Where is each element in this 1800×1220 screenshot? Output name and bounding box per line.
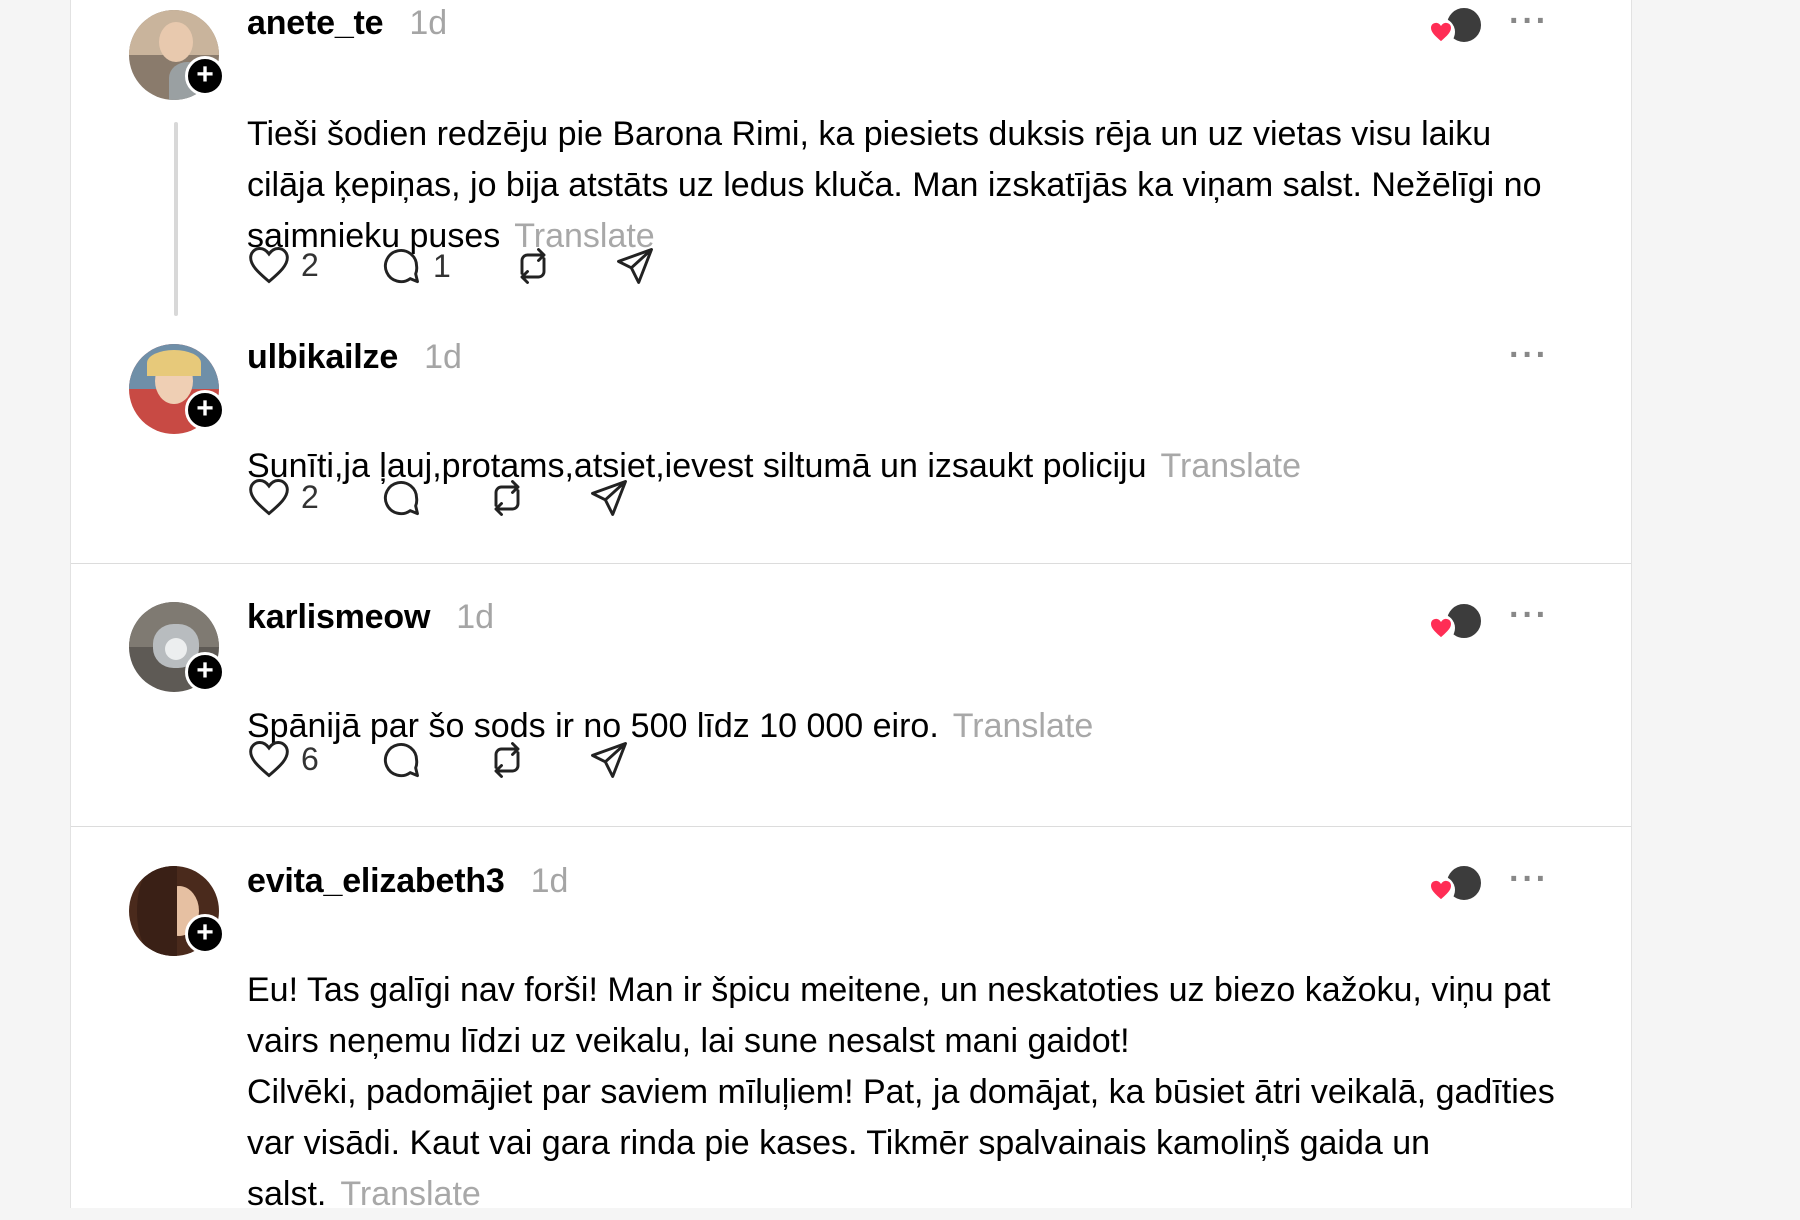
heart-badge-icon bbox=[1427, 876, 1455, 904]
more-options-icon[interactable]: ··· bbox=[1509, 860, 1549, 899]
comment-text: Tieši šodien redzēju pie Barona Rimi, ka… bbox=[247, 115, 1542, 255]
divider bbox=[71, 563, 1631, 564]
like-count: 6 bbox=[301, 740, 319, 777]
like-button[interactable]: 6 bbox=[247, 738, 319, 780]
more-options-icon[interactable]: ··· bbox=[1509, 596, 1549, 635]
timestamp[interactable]: 1d bbox=[424, 338, 462, 377]
translate-link[interactable]: Translate bbox=[1161, 447, 1301, 485]
like-button[interactable]: 2 bbox=[247, 476, 319, 518]
send-icon bbox=[591, 480, 627, 516]
reactions-stack bbox=[1427, 864, 1483, 904]
comments-panel: + anete_te 1d ··· Tieši šodien redzēju p… bbox=[70, 0, 1632, 1213]
repost-button[interactable] bbox=[485, 476, 529, 520]
thread-connector bbox=[174, 122, 178, 316]
more-options-icon[interactable]: ··· bbox=[1509, 336, 1549, 375]
share-button[interactable] bbox=[587, 738, 631, 782]
translate-link[interactable]: Translate bbox=[340, 1175, 480, 1213]
repost-icon bbox=[494, 742, 520, 778]
like-count: 2 bbox=[301, 478, 319, 515]
translate-link[interactable]: Translate bbox=[953, 707, 1093, 745]
timestamp[interactable]: 1d bbox=[456, 598, 494, 637]
heart-badge-icon bbox=[1427, 18, 1455, 46]
comment-icon bbox=[383, 481, 419, 516]
reply-button[interactable] bbox=[379, 476, 423, 520]
repost-icon bbox=[520, 248, 546, 284]
heart-badge-icon bbox=[1427, 614, 1455, 642]
username[interactable]: anete_te bbox=[247, 4, 384, 43]
username[interactable]: evita_elizabeth3 bbox=[247, 862, 505, 901]
reactions-stack bbox=[1427, 6, 1483, 46]
reactions-stack bbox=[1427, 602, 1483, 642]
timestamp[interactable]: 1d bbox=[409, 4, 447, 43]
like-count: 2 bbox=[301, 246, 319, 283]
comment-icon bbox=[383, 249, 419, 284]
repost-icon bbox=[494, 480, 520, 516]
username[interactable]: karlismeow bbox=[247, 598, 430, 637]
repost-button[interactable] bbox=[511, 244, 555, 288]
reply-button[interactable]: 1 bbox=[379, 244, 451, 288]
reply-count: 1 bbox=[433, 247, 451, 284]
heart-icon bbox=[249, 479, 289, 516]
like-button[interactable]: 2 bbox=[247, 244, 319, 286]
share-button[interactable] bbox=[613, 244, 657, 288]
comment-icon bbox=[383, 743, 419, 778]
username[interactable]: ulbikailze bbox=[247, 338, 398, 377]
follow-plus-icon[interactable]: + bbox=[185, 390, 225, 430]
reply-button[interactable] bbox=[379, 738, 423, 782]
send-icon bbox=[617, 248, 653, 284]
heart-icon bbox=[249, 247, 289, 284]
send-icon bbox=[591, 742, 627, 778]
more-options-icon[interactable]: ··· bbox=[1509, 2, 1549, 41]
follow-plus-icon[interactable]: + bbox=[185, 914, 225, 954]
follow-plus-icon[interactable]: + bbox=[185, 652, 225, 692]
divider bbox=[71, 826, 1631, 827]
follow-plus-icon[interactable]: + bbox=[185, 56, 225, 96]
heart-icon bbox=[249, 741, 289, 778]
repost-button[interactable] bbox=[485, 738, 529, 782]
share-button[interactable] bbox=[587, 476, 631, 520]
timestamp[interactable]: 1d bbox=[531, 862, 569, 901]
